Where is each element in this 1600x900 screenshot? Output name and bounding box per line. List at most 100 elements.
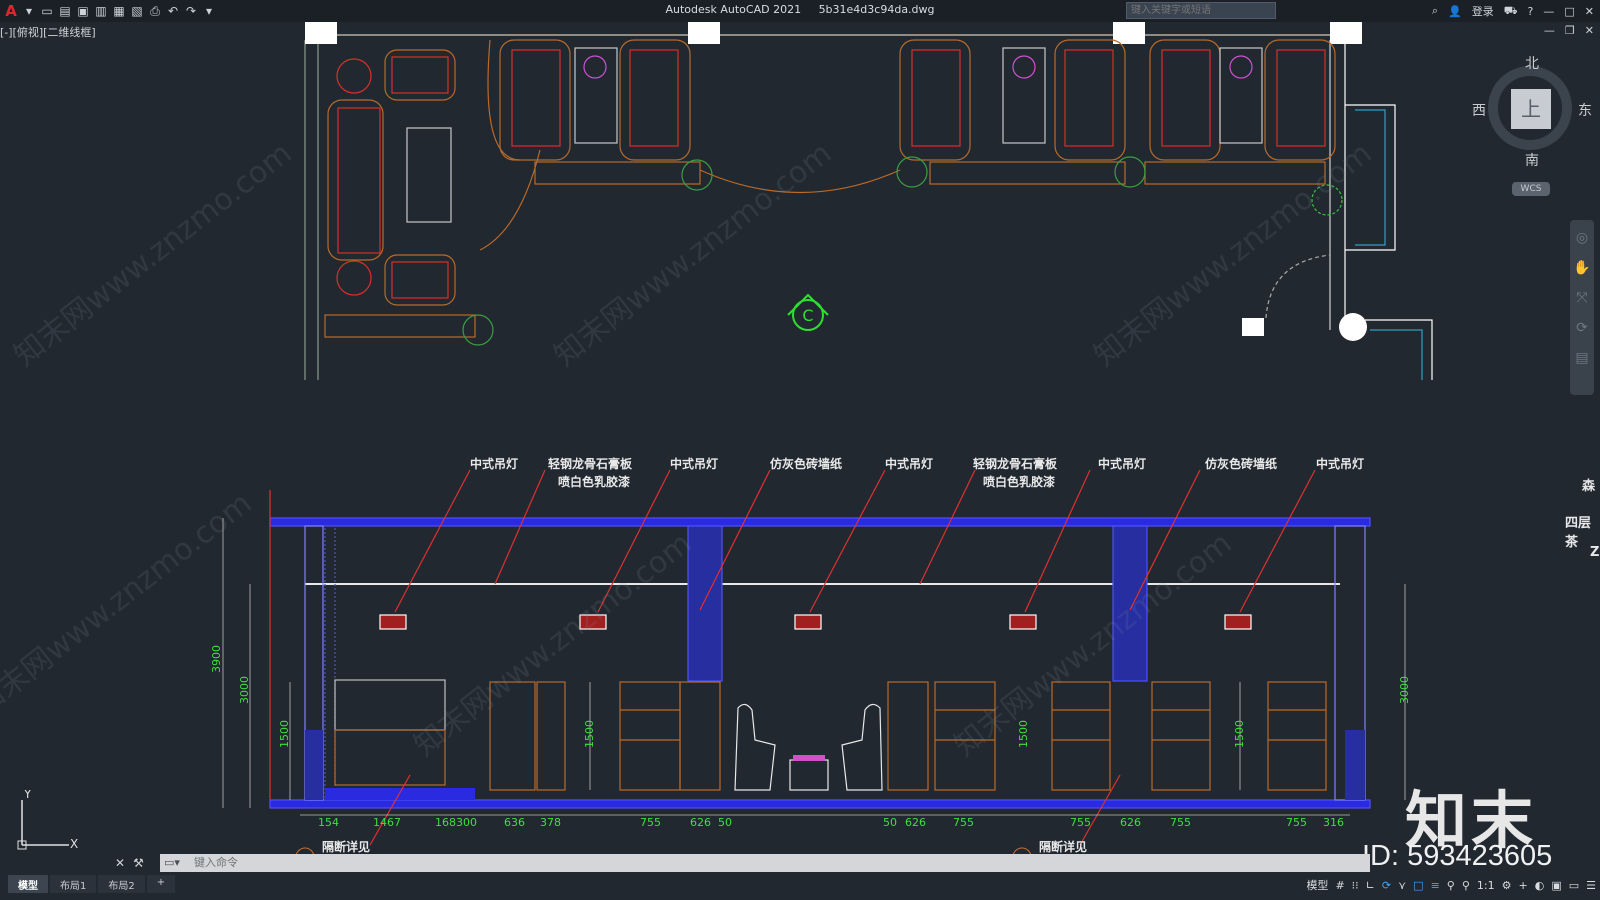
- user-icon[interactable]: 👤: [1448, 5, 1462, 18]
- navigation-bar: ◎ ✋ ⤧ ⟳ ▤: [1570, 220, 1594, 395]
- showmotion-icon[interactable]: ▤: [1575, 350, 1588, 366]
- wcs-menu[interactable]: WCS: [1512, 182, 1550, 196]
- dim-label: 636: [504, 816, 525, 829]
- dim-label: 755: [1070, 816, 1091, 829]
- customize-icon[interactable]: ▾: [202, 4, 216, 18]
- dim-label: 626: [905, 816, 926, 829]
- dim-label: 626: [1120, 816, 1141, 829]
- annotation-scale-icon[interactable]: ⚲: [1462, 879, 1470, 892]
- cart-icon[interactable]: ⛟: [1504, 4, 1518, 19]
- doc-minimize-icon[interactable]: —: [1544, 24, 1555, 37]
- command-history-icon[interactable]: ▭▾: [164, 856, 180, 869]
- dim-label: 3000: [238, 676, 251, 704]
- dim-label: 154: [318, 816, 339, 829]
- title-bar: A ▾ ▭ ▤ ▣ ▥ ▦ ▧ ⎙ ↶ ↷ ▾ Autodesk AutoCAD…: [0, 0, 1600, 22]
- open-folder-icon[interactable]: ▤: [58, 4, 72, 18]
- command-input[interactable]: 键入命令: [160, 854, 1370, 872]
- osnap-icon[interactable]: □: [1413, 879, 1423, 892]
- document-controls: — ❐ ✕: [1544, 24, 1594, 37]
- annotation-visibility-icon[interactable]: ⚲: [1447, 879, 1455, 892]
- compass-east[interactable]: 东: [1578, 100, 1592, 120]
- compass-west[interactable]: 西: [1472, 100, 1486, 120]
- side-text: 森: [1582, 479, 1596, 494]
- undo-icon[interactable]: ↶: [166, 4, 180, 18]
- viewport-label[interactable]: [-][俯视][二维线框]: [0, 24, 96, 40]
- quick-access-toolbar: A ▾ ▭ ▤ ▣ ▥ ▦ ▧ ⎙ ↶ ↷ ▾: [0, 0, 216, 22]
- callout-label: 中式吊灯: [670, 456, 718, 471]
- redo-icon[interactable]: ↷: [184, 4, 198, 18]
- minimize-icon[interactable]: —: [1543, 5, 1554, 18]
- plan-view: [304, 22, 1433, 380]
- polar-icon[interactable]: ⟳: [1382, 879, 1391, 892]
- command-close-icon[interactable]: ✕: [115, 856, 125, 870]
- svg-text:Y: Y: [23, 790, 32, 801]
- steering-wheel-icon[interactable]: ◎: [1576, 230, 1588, 246]
- add-icon[interactable]: +: [1518, 879, 1527, 892]
- login-button[interactable]: 登录: [1472, 3, 1494, 19]
- search-icon[interactable]: ⌕: [1432, 4, 1438, 18]
- print-icon[interactable]: ⎙: [148, 4, 162, 18]
- callout-label: 仿灰色砖墙纸: [1205, 456, 1277, 471]
- file-name: 5b31e4d3c94da.dwg: [818, 3, 935, 16]
- status-bar: 模型 # ⁝⁝ ∟ ⟳ ⋎ □ ≡ ⚲ ⚲ 1:1 ⚙ + ◐ ▣ ▭ ☰: [1306, 876, 1596, 894]
- layout-tabs: 模型 布局1 布局2 +: [8, 875, 176, 893]
- viewcube-face[interactable]: 上: [1511, 89, 1551, 129]
- scale-display[interactable]: 1:1: [1477, 879, 1495, 892]
- publish-icon[interactable]: ▦: [112, 4, 126, 18]
- section-label: 隔断详见: [322, 839, 370, 854]
- compass-south[interactable]: 南: [1525, 150, 1539, 170]
- tab-model[interactable]: 模型: [8, 875, 48, 893]
- search-input[interactable]: [1126, 2, 1276, 19]
- ucs-icon: Y X: [17, 790, 78, 850]
- help-icon[interactable]: ?: [1528, 5, 1534, 18]
- grid-icon[interactable]: #: [1335, 879, 1344, 892]
- compass-north[interactable]: 北: [1525, 53, 1539, 73]
- pan-icon[interactable]: ✋: [1573, 260, 1590, 276]
- dropdown-icon[interactable]: ▾: [22, 4, 36, 18]
- close-icon[interactable]: ✕: [1585, 5, 1594, 18]
- lineweight-icon[interactable]: ≡: [1431, 879, 1440, 892]
- hardware-accel-icon[interactable]: ▣: [1551, 879, 1561, 892]
- customize-menu-icon[interactable]: ☰: [1586, 879, 1596, 892]
- doc-close-icon[interactable]: ✕: [1585, 24, 1594, 37]
- section-label: 隔断详见: [1039, 839, 1087, 854]
- plot-preview-icon[interactable]: ▧: [130, 4, 144, 18]
- dim-label: 3900: [210, 645, 223, 673]
- dim-label: 1500: [1233, 720, 1246, 748]
- dim-label: 1467: [373, 816, 401, 829]
- snap-icon[interactable]: ⁝⁝: [1352, 879, 1359, 892]
- doc-restore-icon[interactable]: ❐: [1565, 24, 1575, 37]
- dim-label: 755: [953, 816, 974, 829]
- isolate-icon[interactable]: ◐: [1535, 879, 1545, 892]
- tab-add-layout[interactable]: +: [146, 875, 176, 893]
- dim-label: 626: [690, 816, 711, 829]
- callout-label: 中式吊灯: [1316, 456, 1364, 471]
- drawing-canvas[interactable]: C 中式吊灯 轻钢龙骨石膏板 喷白色乳胶漆 中式吊灯 仿灰色砖墙纸 中式吊灯 轻…: [0, 0, 1600, 900]
- command-customize-icon[interactable]: ⚒: [133, 856, 144, 870]
- clean-screen-icon[interactable]: ▭: [1569, 879, 1579, 892]
- isodraft-icon[interactable]: ⋎: [1398, 879, 1406, 892]
- dim-label: 316: [1323, 816, 1344, 829]
- elevation-view: [222, 469, 1406, 846]
- save-as-icon[interactable]: ▥: [94, 4, 108, 18]
- callout-label: 喷白色乳胶漆: [558, 474, 630, 489]
- dim-label: 755: [1286, 816, 1307, 829]
- tab-layout1[interactable]: 布局1: [50, 875, 97, 893]
- callout-label: 中式吊灯: [470, 456, 518, 471]
- autocad-logo-icon[interactable]: A: [4, 2, 18, 20]
- orbit-icon[interactable]: ⟳: [1576, 320, 1588, 336]
- workspace-gear-icon[interactable]: ⚙: [1502, 879, 1512, 892]
- model-space-button[interactable]: 模型: [1306, 877, 1328, 893]
- dim-label: 755: [640, 816, 661, 829]
- tab-layout2[interactable]: 布局2: [98, 875, 145, 893]
- dim-label: 50: [718, 816, 732, 829]
- command-line-controls: ✕ ⚒: [115, 854, 144, 872]
- maximize-icon[interactable]: □: [1564, 5, 1574, 18]
- callout-label: 仿灰色砖墙纸: [770, 456, 842, 471]
- viewcube[interactable]: 上 北 南 西 东: [1472, 56, 1592, 169]
- ortho-icon[interactable]: ∟: [1366, 879, 1375, 892]
- save-icon[interactable]: ▣: [76, 4, 90, 18]
- window-title: Autodesk AutoCAD 2021 5b31e4d3c94da.dwg: [0, 3, 1600, 16]
- new-file-icon[interactable]: ▭: [40, 4, 54, 18]
- zoom-extents-icon[interactable]: ⤧: [1576, 290, 1587, 306]
